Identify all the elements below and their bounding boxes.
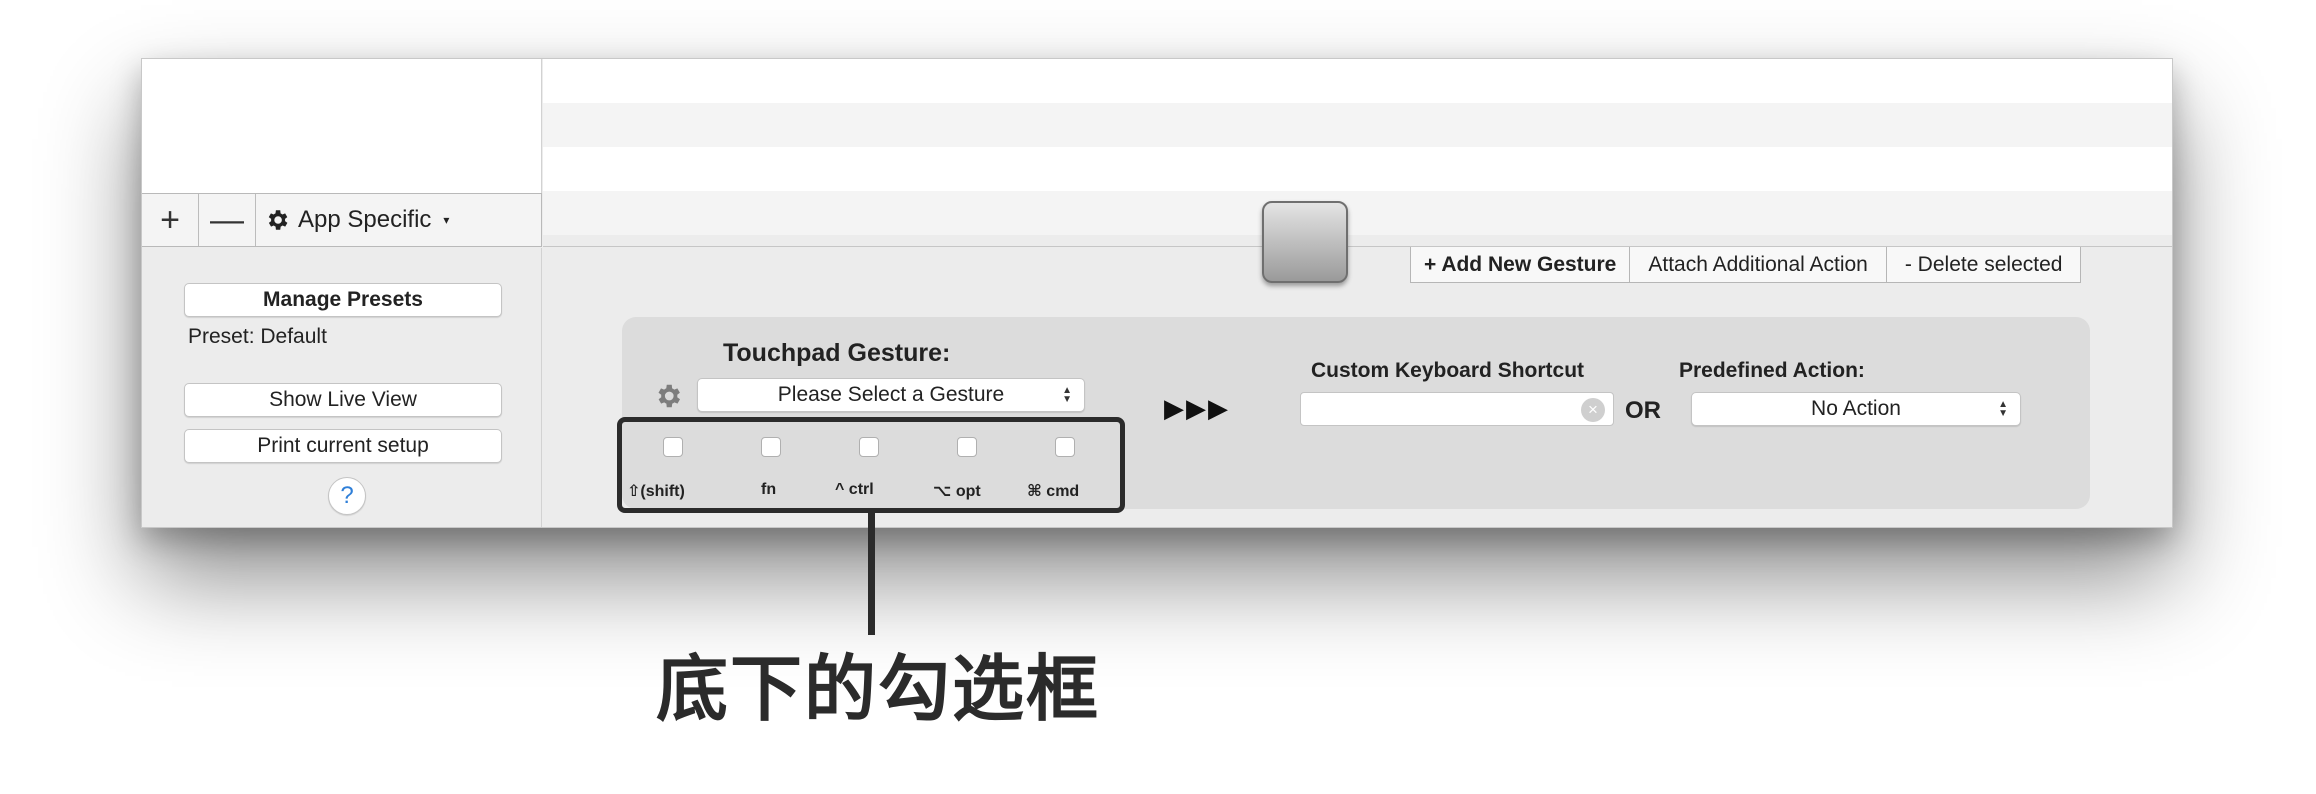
show-live-view-button[interactable]: Show Live View <box>184 383 502 417</box>
preset-label: Preset: Default <box>188 325 327 348</box>
shift-checkbox[interactable] <box>663 437 683 457</box>
sidebar-toolbar: + — App Specific ▾ <box>142 193 542 247</box>
app-specific-label: App Specific <box>298 206 432 233</box>
opt-label: ⌥ opt <box>933 483 981 500</box>
gear-icon[interactable] <box>653 381 683 411</box>
updown-arrows-icon: ▲ ▼ <box>1998 399 2008 419</box>
table-row[interactable] <box>543 147 2172 191</box>
help-button[interactable]: ? <box>328 477 366 515</box>
or-label: OR <box>1625 397 1661 424</box>
opt-checkbox[interactable] <box>957 437 977 457</box>
remove-app-button[interactable]: — <box>199 194 256 246</box>
fn-label: fn <box>761 481 777 498</box>
ctrl-checkbox[interactable] <box>859 437 879 457</box>
gear-icon <box>268 210 288 230</box>
shortcut-input[interactable]: × <box>1300 392 1614 426</box>
gesture-select-value: Please Select a Gesture <box>777 383 1005 406</box>
chevron-down-icon: ▾ <box>443 213 450 227</box>
fn-checkbox[interactable] <box>761 437 781 457</box>
modifier-checkboxes: ⇧(shift) fn ^ ctrl ⌥ opt ⌘ cmd <box>622 419 1122 509</box>
cmd-checkbox[interactable] <box>1055 437 1075 457</box>
arrow-right-icon: ▶▶▶ <box>1164 393 1230 423</box>
app-list[interactable] <box>142 59 542 193</box>
app-specific-menu[interactable]: App Specific ▾ <box>256 194 449 246</box>
add-app-button[interactable]: + <box>142 194 199 246</box>
gesture-select[interactable]: Please Select a Gesture ▲ ▼ <box>697 378 1085 412</box>
callout-line <box>868 513 875 635</box>
delete-selected-button[interactable]: - Delete selected <box>1887 247 2081 282</box>
callout-text: 底下的勾选框 <box>656 647 1101 731</box>
ctrl-label: ^ ctrl <box>835 481 874 498</box>
predefined-action-value: No Action <box>1811 397 1901 420</box>
table-row[interactable] <box>543 59 2172 103</box>
cmd-label: ⌘ cmd <box>1027 483 1080 500</box>
gesture-config-panel: Touchpad Gesture: Please Select a Gestur… <box>622 317 2090 509</box>
app-window: + — App Specific ▾ Manage Presets Preset… <box>141 58 2173 528</box>
panel-resize-handle[interactable] <box>1262 201 1348 283</box>
gesture-action-bar: + Add New Gesture Attach Additional Acti… <box>1410 247 2082 283</box>
gesture-table[interactable] <box>543 59 2172 247</box>
touchpad-gesture-title: Touchpad Gesture: <box>723 339 951 367</box>
print-setup-button[interactable]: Print current setup <box>184 429 502 463</box>
manage-presets-button[interactable]: Manage Presets <box>184 283 502 317</box>
predefined-action-title: Predefined Action: <box>1679 359 1865 382</box>
shortcut-title: Custom Keyboard Shortcut <box>1311 359 1585 382</box>
updown-arrows-icon: ▲ ▼ <box>1062 385 1072 405</box>
predefined-action-select[interactable]: No Action ▲ ▼ <box>1691 392 2021 426</box>
table-row[interactable] <box>543 103 2172 147</box>
table-row[interactable] <box>543 191 2172 235</box>
attach-action-button[interactable]: Attach Additional Action <box>1630 247 1887 282</box>
clear-icon[interactable]: × <box>1581 398 1605 422</box>
shift-label: ⇧(shift) <box>627 483 685 500</box>
add-gesture-button[interactable]: + Add New Gesture <box>1411 247 1631 282</box>
